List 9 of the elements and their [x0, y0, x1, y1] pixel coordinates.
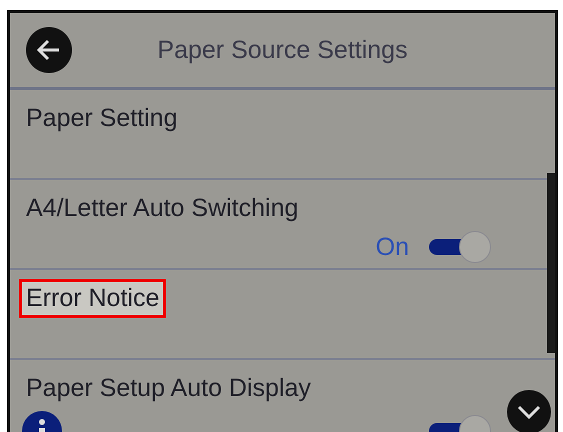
item-label: Paper Setting: [25, 103, 178, 134]
item-label: Paper Setup Auto Display: [25, 373, 312, 404]
item-label: A4/Letter Auto Switching: [25, 193, 300, 224]
item-label: Error Notice: [22, 282, 164, 315]
back-icon[interactable]: [26, 27, 72, 73]
setting-value: On: [376, 232, 409, 262]
toggle-switch[interactable]: [429, 231, 491, 263]
scroll-down-icon[interactable]: [507, 390, 551, 432]
screen-title: Paper Source Settings: [156, 36, 409, 64]
